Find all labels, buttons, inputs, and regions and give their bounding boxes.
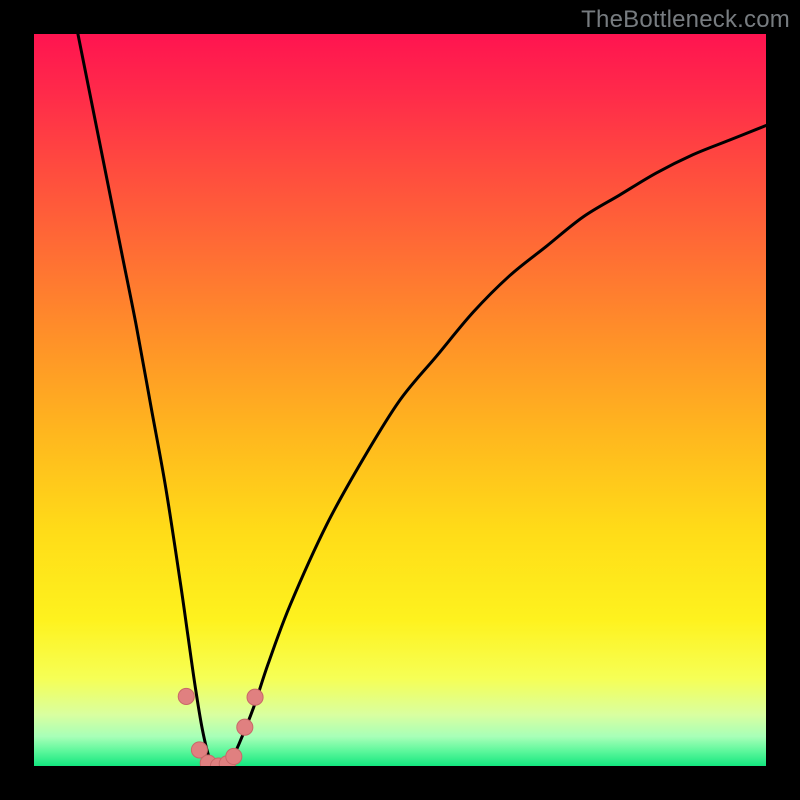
bottleneck-curve bbox=[78, 34, 766, 766]
bottleneck-curve-svg bbox=[34, 34, 766, 766]
plot-area bbox=[34, 34, 766, 766]
watermark-text: TheBottleneck.com bbox=[581, 6, 790, 34]
chart-frame: TheBottleneck.com bbox=[0, 0, 800, 800]
data-marker bbox=[226, 748, 242, 764]
data-marker bbox=[237, 719, 253, 735]
data-marker bbox=[178, 688, 194, 704]
data-markers bbox=[178, 688, 263, 766]
data-marker bbox=[247, 689, 263, 705]
